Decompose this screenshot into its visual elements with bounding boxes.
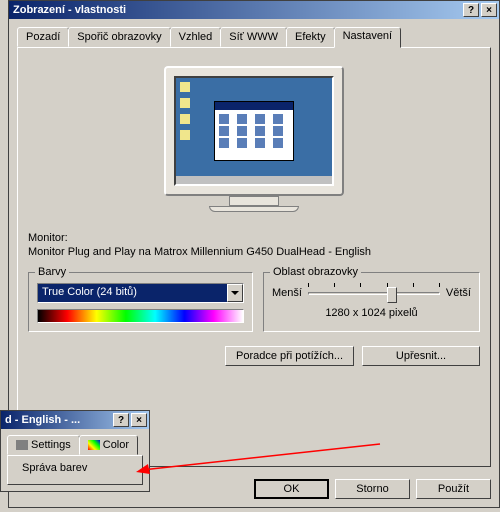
settings-panel: Monitor: Monitor Plug and Play na Matrox… — [17, 47, 491, 467]
color-spectrum-preview — [37, 309, 244, 323]
desktop-icon — [180, 114, 190, 124]
tab-settings[interactable]: Nastavení — [334, 27, 402, 48]
color-icon — [88, 440, 100, 450]
desktop-icon — [180, 98, 190, 108]
screen-area-title: Oblast obrazovky — [270, 266, 361, 278]
screen-area-group: Oblast obrazovky Menší Větší 1280 x 1024… — [263, 272, 480, 332]
monitor-value: Monitor Plug and Play na Matrox Millenni… — [28, 246, 480, 258]
monitor-preview — [28, 66, 480, 212]
apply-button[interactable]: Použít — [416, 479, 491, 499]
cancel-button[interactable]: Storno — [335, 479, 410, 499]
tab-web[interactable]: Síť WWW — [220, 27, 287, 47]
tab-effects[interactable]: Efekty — [286, 27, 335, 47]
advanced-properties-window: d - English - ... ? × Settings Color Spr… — [0, 410, 150, 492]
monitor-label: Monitor: — [28, 232, 480, 244]
colors-group-title: Barvy — [35, 266, 69, 278]
color-management-label: Správa barev — [22, 462, 87, 474]
window-title: Zobrazení - vlastnosti — [11, 4, 461, 16]
troubleshoot-button[interactable]: Poradce při potížích... — [225, 346, 354, 366]
resolution-text: 1280 x 1024 pixelů — [272, 307, 471, 319]
titlebar[interactable]: d - English - ... ? × — [1, 411, 149, 429]
titlebar[interactable]: Zobrazení - vlastnosti ? × — [9, 1, 499, 19]
color-depth-combo[interactable]: True Color (24 bitů) — [37, 283, 244, 303]
help-button[interactable]: ? — [463, 3, 479, 17]
ok-button[interactable]: OK — [254, 479, 329, 499]
slider-more-label: Větší — [446, 287, 471, 299]
color-management-panel: Správa barev — [7, 455, 143, 485]
help-button[interactable]: ? — [113, 413, 129, 427]
slider-less-label: Menší — [272, 287, 302, 299]
desktop-icon — [180, 130, 190, 140]
resolution-slider[interactable] — [308, 283, 440, 303]
tab-screensaver[interactable]: Spořič obrazovky — [68, 27, 170, 47]
slider-thumb[interactable] — [387, 287, 397, 303]
combo-dropdown-button[interactable] — [227, 284, 243, 302]
tab-appearance[interactable]: Vzhled — [170, 27, 222, 47]
color-depth-value: True Color (24 bitů) — [38, 284, 227, 302]
colors-group: Barvy True Color (24 bitů) — [28, 272, 253, 332]
tab-settings-adv[interactable]: Settings — [7, 435, 80, 455]
close-button[interactable]: × — [131, 413, 147, 427]
close-button[interactable]: × — [481, 3, 497, 17]
desktop-icon — [180, 82, 190, 92]
tab-color-adv[interactable]: Color — [79, 435, 138, 455]
advanced-button[interactable]: Upřesnit... — [362, 346, 480, 366]
settings-icon — [16, 440, 28, 450]
tab-strip: Pozadí Spořič obrazovky Vzhled Síť WWW E… — [17, 27, 491, 47]
tab-background[interactable]: Pozadí — [17, 27, 69, 47]
window-title: d - English - ... — [3, 414, 111, 426]
